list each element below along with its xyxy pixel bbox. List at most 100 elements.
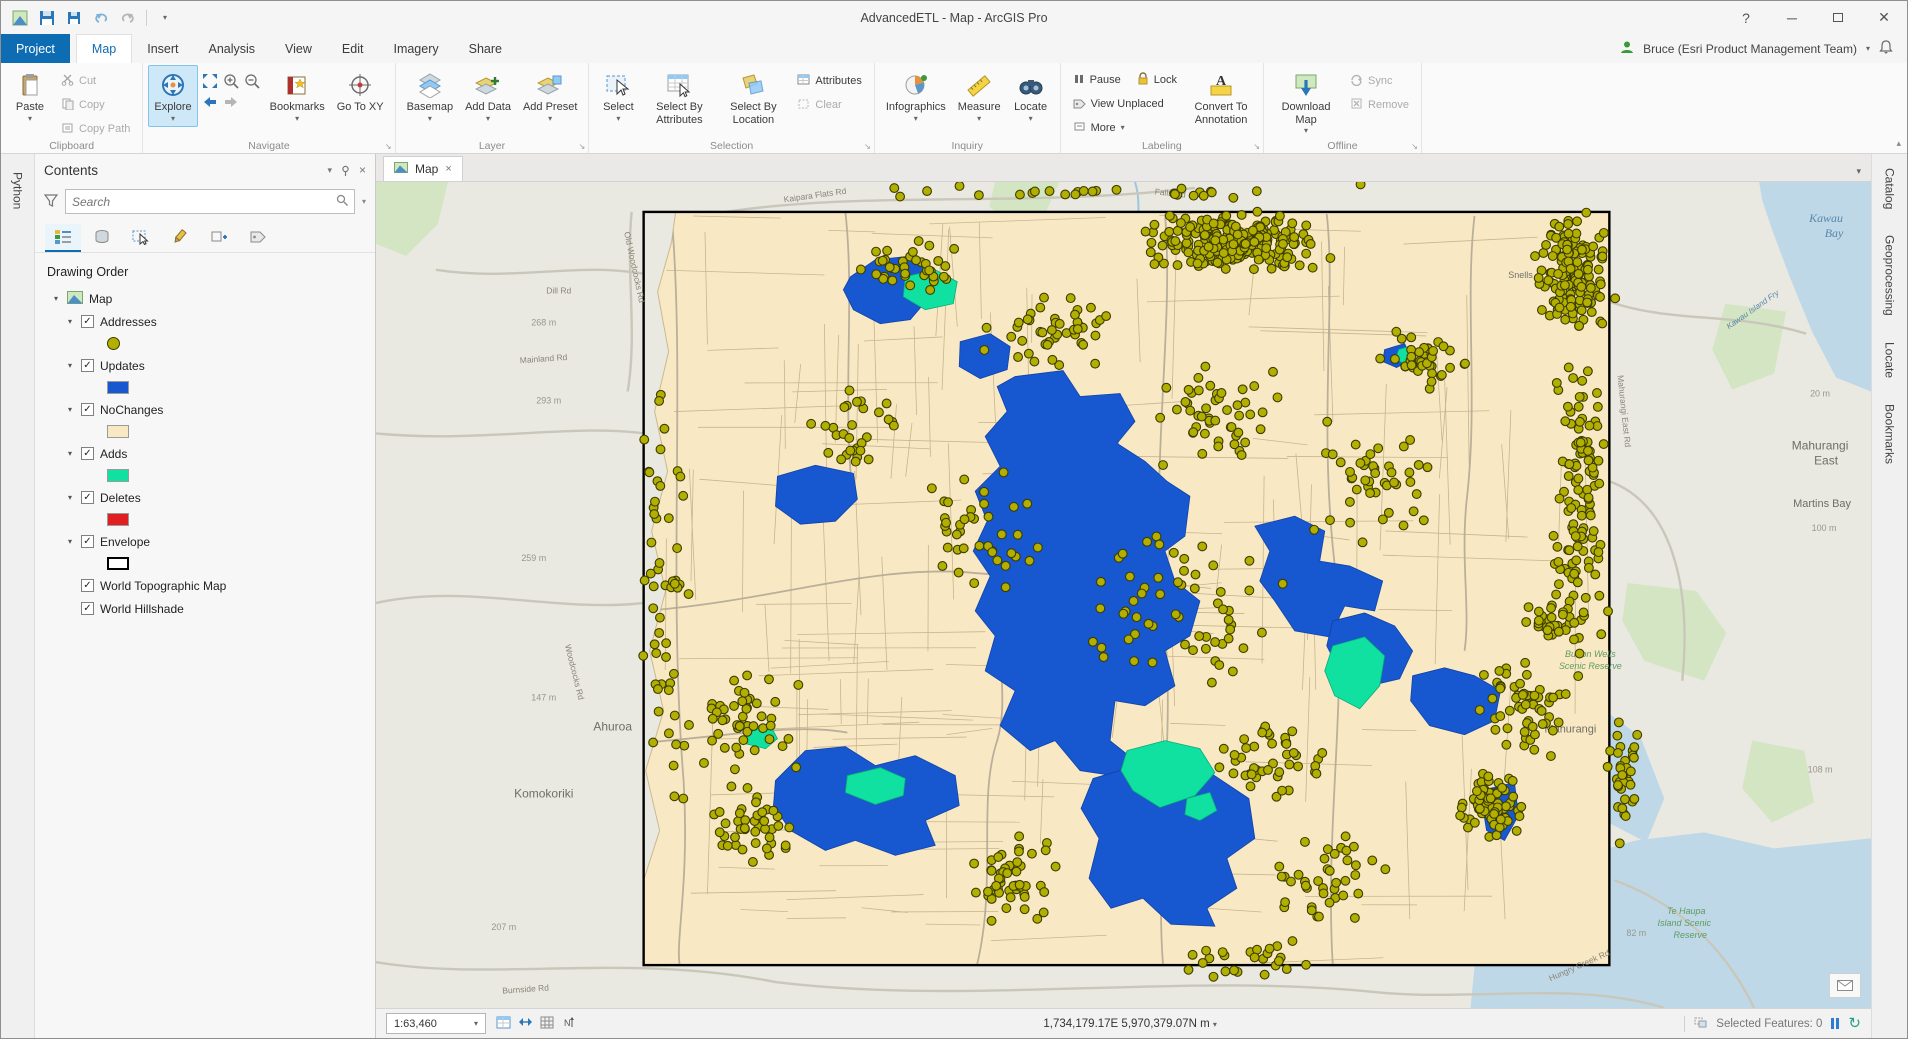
expander-icon[interactable]: ▾	[65, 537, 75, 546]
save-button[interactable]	[36, 7, 58, 29]
go-to-xy-button[interactable]: Go To XY	[331, 65, 390, 118]
collapse-ribbon-button[interactable]: ▴	[1896, 138, 1901, 149]
pause-drawing-button[interactable]	[1831, 1018, 1840, 1029]
map-canvas[interactable]: Kawau Bay Mahurangi East Martins Bay 268 m 293…	[376, 182, 1871, 1008]
tree-item-updates[interactable]: ▾ ✓ Updates	[35, 354, 375, 377]
tab-list-by-labeling[interactable]	[240, 224, 276, 252]
world-hillshade-checkbox[interactable]: ✓	[81, 602, 94, 615]
nochanges-fill-symbol[interactable]	[107, 425, 129, 438]
dock-tab-locate[interactable]: Locate	[1883, 342, 1897, 378]
nochanges-checkbox[interactable]: ✓	[81, 403, 94, 416]
convert-to-annotation-button[interactable]: A Convert To Annotation	[1184, 65, 1258, 130]
basemap-button[interactable]: Basemap ▾	[401, 65, 459, 127]
undo-button[interactable]	[90, 7, 112, 29]
updates-checkbox[interactable]: ✓	[81, 359, 94, 372]
view-tab-map[interactable]: Map ×	[383, 156, 463, 181]
cut-button[interactable]: Cut	[54, 70, 137, 92]
world-topographic-checkbox[interactable]: ✓	[81, 579, 94, 592]
refresh-map-button[interactable]: ↻	[1848, 1016, 1861, 1031]
remove-button[interactable]: Remove	[1343, 94, 1416, 116]
expander-icon[interactable]: ▾	[65, 317, 75, 326]
customize-toolbar-caret[interactable]: ▾	[154, 7, 176, 29]
deletes-checkbox[interactable]: ✓	[81, 491, 94, 504]
explore-button[interactable]: Explore ▾	[148, 65, 198, 128]
dock-tab-geoprocessing[interactable]: Geoprocessing	[1883, 235, 1897, 316]
envelope-symbol-row[interactable]	[35, 553, 375, 574]
clear-selection-button[interactable]: Clear	[790, 94, 868, 116]
paste-button[interactable]: Paste ▾	[6, 65, 54, 127]
fixed-scale-icon[interactable]	[518, 1016, 533, 1032]
save-project-button[interactable]	[63, 7, 85, 29]
tree-item-map[interactable]: ▾ Map	[35, 287, 375, 310]
close-pane-icon[interactable]: ×	[359, 163, 366, 177]
tree-item-deletes[interactable]: ▾ ✓ Deletes	[35, 486, 375, 509]
bookmarks-button[interactable]: Bookmarks ▾	[264, 65, 331, 127]
addresses-symbol-row[interactable]	[35, 333, 375, 354]
help-button[interactable]: ?	[1723, 2, 1769, 34]
minimize-button[interactable]: ─	[1769, 2, 1815, 34]
select-by-attributes-button[interactable]: Select By Attributes	[642, 65, 716, 130]
tab-imagery[interactable]: Imagery	[378, 34, 453, 63]
adds-checkbox[interactable]: ✓	[81, 447, 94, 460]
copy-path-button[interactable]: Copy Path	[54, 118, 137, 140]
locate-button[interactable]: Locate ▾	[1007, 65, 1055, 127]
search-input[interactable]	[72, 194, 331, 209]
view-unplaced-button[interactable]: View Unplaced	[1066, 93, 1184, 115]
tab-edit[interactable]: Edit	[327, 34, 379, 63]
previous-extent-button[interactable]	[200, 92, 220, 112]
tree-item-world-hillshade[interactable]: ✓ World Hillshade	[35, 597, 375, 620]
expander-icon[interactable]: ▾	[65, 493, 75, 502]
tab-project[interactable]: Project	[1, 34, 70, 63]
addresses-point-symbol[interactable]	[107, 337, 120, 350]
map-svg[interactable]: KawauBay MahurangiEast Martins Bay 268 m 293…	[376, 182, 1871, 1008]
pause-labeling-button[interactable]: Pause	[1066, 69, 1128, 91]
north-arrow-icon[interactable]: N	[561, 1016, 576, 1032]
tab-list-by-source[interactable]	[84, 224, 120, 252]
dock-tab-catalog[interactable]: Catalog	[1883, 168, 1897, 209]
account-menu[interactable]: Bruce (Esri Product Management Team) ▾	[1620, 34, 1907, 63]
attributes-button[interactable]: Attributes	[790, 70, 868, 92]
envelope-outline-symbol[interactable]	[107, 557, 129, 570]
copy-button[interactable]: Copy	[54, 94, 137, 116]
expander-icon[interactable]: ▾	[65, 449, 75, 458]
updates-symbol-row[interactable]	[35, 377, 375, 398]
add-data-button[interactable]: Add Data ▾	[459, 65, 517, 127]
adds-fill-symbol[interactable]	[107, 469, 129, 482]
tab-view[interactable]: View	[270, 34, 327, 63]
tab-analysis[interactable]: Analysis	[194, 34, 271, 63]
nochanges-symbol-row[interactable]	[35, 421, 375, 442]
tab-list-by-drawing-order[interactable]	[45, 224, 81, 252]
pane-menu-caret-icon[interactable]: ▾	[327, 165, 332, 176]
redo-button[interactable]	[117, 7, 139, 29]
addresses-checkbox[interactable]: ✓	[81, 315, 94, 328]
measure-button[interactable]: Measure ▾	[952, 65, 1007, 127]
deletes-fill-symbol[interactable]	[107, 513, 129, 526]
close-view-icon[interactable]: ×	[445, 163, 451, 175]
notifications-bell-icon[interactable]	[1879, 39, 1893, 58]
contents-search-box[interactable]	[65, 189, 355, 214]
dock-tab-python[interactable]: Python	[11, 172, 25, 209]
tree-item-nochanges[interactable]: ▾ ✓ NoChanges	[35, 398, 375, 421]
tree-item-adds[interactable]: ▾ ✓ Adds	[35, 442, 375, 465]
expander-icon[interactable]: ▾	[51, 294, 61, 303]
coordinate-readout[interactable]: 1,734,179.17E 5,970,379.07N m ▾	[586, 1018, 1674, 1030]
close-button[interactable]: ✕	[1861, 2, 1907, 34]
updates-fill-symbol[interactable]	[107, 381, 129, 394]
tree-item-addresses[interactable]: ▾ ✓ Addresses	[35, 310, 375, 333]
grid-graticule-icon[interactable]	[540, 1016, 554, 1032]
select-by-location-button[interactable]: Select By Location	[716, 65, 790, 130]
tab-share[interactable]: Share	[454, 34, 517, 63]
tab-map[interactable]: Map	[75, 34, 133, 63]
adds-symbol-row[interactable]	[35, 465, 375, 486]
filter-funnel-icon[interactable]	[43, 193, 59, 210]
map-message-button[interactable]	[1829, 973, 1861, 998]
select-button[interactable]: Select ▾	[594, 65, 642, 127]
tree-item-envelope[interactable]: ▾ ✓ Envelope	[35, 530, 375, 553]
lock-labels-button[interactable]: Lock	[1130, 69, 1184, 91]
infographics-button[interactable]: Infographics ▾	[880, 65, 952, 127]
deletes-symbol-row[interactable]	[35, 509, 375, 530]
maximize-button[interactable]	[1815, 2, 1861, 34]
search-options-caret-icon[interactable]: ▾	[362, 197, 366, 206]
tab-list-by-editing[interactable]	[162, 224, 198, 252]
tree-item-world-topographic-map[interactable]: ✓ World Topographic Map	[35, 574, 375, 597]
